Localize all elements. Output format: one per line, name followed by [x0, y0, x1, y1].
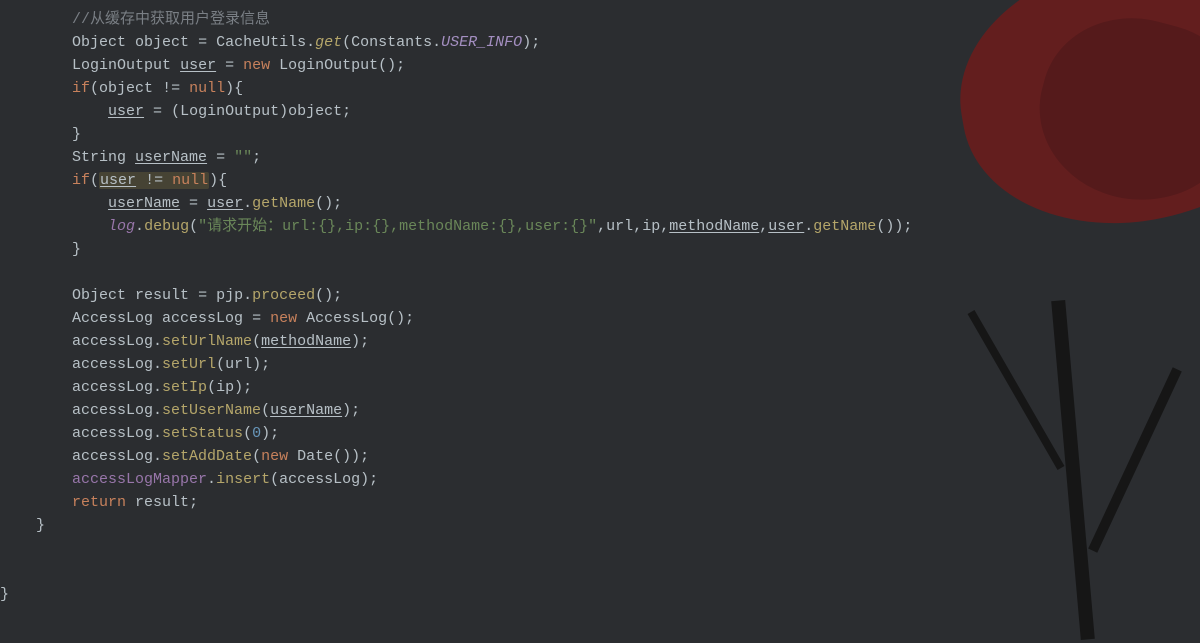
var: accessLog — [162, 310, 243, 327]
method: setUrlName — [162, 333, 252, 350]
code-line: accessLog.setUrlName(methodName); — [0, 333, 369, 350]
var: accessLog — [72, 333, 153, 350]
cast: (LoginOutput) — [171, 103, 288, 120]
var: methodName — [261, 333, 351, 350]
var: userName — [270, 402, 342, 419]
code-line: userName = user.getName(); — [0, 195, 342, 212]
var: userName — [108, 195, 180, 212]
code-line: accessLogMapper.insert(accessLog); — [0, 471, 378, 488]
var: user — [207, 195, 243, 212]
code-line: user = (LoginOutput)object; — [0, 103, 351, 120]
var: object — [135, 34, 189, 51]
code-line: //从缓存中获取用户登录信息 — [0, 11, 270, 28]
method: setAddDate — [162, 448, 252, 465]
code-line: return result; — [0, 494, 198, 511]
keyword: null — [172, 172, 208, 189]
code-line — [0, 540, 9, 557]
method: getName — [813, 218, 876, 235]
type: Object — [72, 287, 126, 304]
code-line: accessLog.setIp(ip); — [0, 379, 252, 396]
var: url — [225, 356, 252, 373]
code-line: accessLog.setStatus(0); — [0, 425, 279, 442]
var: ip — [216, 379, 234, 396]
method: debug — [144, 218, 189, 235]
method: insert — [216, 471, 270, 488]
code-line: String userName = ""; — [0, 149, 261, 166]
code-editor[interactable]: //从缓存中获取用户登录信息 Object object = CacheUtil… — [0, 0, 1200, 606]
var: user — [180, 57, 216, 74]
type: AccessLog — [306, 310, 387, 327]
code-line: accessLog.setUrl(url); — [0, 356, 270, 373]
var: result — [135, 494, 189, 511]
code-line: log.debug("请求开始：url:{},ip:{},methodName:… — [0, 218, 912, 235]
var: methodName — [669, 218, 759, 235]
type: Object — [72, 34, 126, 51]
method: get — [315, 34, 342, 51]
highlight: user != null — [99, 172, 209, 189]
keyword: if — [72, 80, 90, 97]
code-line: LoginOutput user = new LoginOutput(); — [0, 57, 405, 74]
var: object — [99, 80, 153, 97]
string: "" — [234, 149, 252, 166]
keyword: if — [72, 172, 90, 189]
var: pjp — [216, 287, 243, 304]
code-line: accessLog.setAddDate(new Date()); — [0, 448, 369, 465]
type: LoginOutput — [72, 57, 171, 74]
var: accessLog — [72, 425, 153, 442]
type: LoginOutput — [279, 57, 378, 74]
type: Date — [297, 448, 333, 465]
code-line: if(object != null){ — [0, 80, 243, 97]
var: accessLog — [72, 402, 153, 419]
code-line: if(user != null){ — [0, 172, 227, 189]
method: proceed — [252, 287, 315, 304]
var: accessLog — [279, 471, 360, 488]
method: getName — [252, 195, 315, 212]
field: accessLogMapper — [72, 471, 207, 488]
method: setStatus — [162, 425, 243, 442]
var: accessLog — [72, 379, 153, 396]
constant: USER_INFO — [441, 34, 522, 51]
class: CacheUtils — [216, 34, 306, 51]
var: ip — [642, 218, 660, 235]
code-line — [0, 264, 9, 281]
code-line: } — [0, 586, 9, 603]
comment: //从缓存中获取用户登录信息 — [72, 11, 270, 28]
var: userName — [135, 149, 207, 166]
var: accessLog — [72, 356, 153, 373]
method: setIp — [162, 379, 207, 396]
keyword: null — [189, 80, 225, 97]
var: object — [288, 103, 342, 120]
field: log — [108, 218, 135, 235]
number: 0 — [252, 425, 261, 442]
var: user — [108, 103, 144, 120]
var: user — [100, 172, 136, 189]
var: user — [768, 218, 804, 235]
type: String — [72, 149, 126, 166]
type: AccessLog — [72, 310, 153, 327]
var: accessLog — [72, 448, 153, 465]
keyword: new — [243, 57, 270, 74]
method: setUrl — [162, 356, 216, 373]
code-line — [0, 563, 9, 580]
code-line: } — [0, 517, 45, 534]
keyword: new — [261, 448, 288, 465]
code-line: Object object = CacheUtils.get(Constants… — [0, 34, 540, 51]
code-line: AccessLog accessLog = new AccessLog(); — [0, 310, 414, 327]
code-line: accessLog.setUserName(userName); — [0, 402, 360, 419]
method: setUserName — [162, 402, 261, 419]
var: result — [135, 287, 189, 304]
keyword: return — [72, 494, 126, 511]
code-line: } — [0, 126, 81, 143]
var: url — [606, 218, 633, 235]
code-line: } — [0, 241, 81, 258]
code-line: Object result = pjp.proceed(); — [0, 287, 342, 304]
string: "请求开始：url:{},ip:{},methodName:{},user:{}… — [198, 218, 597, 235]
keyword: new — [270, 310, 297, 327]
class: Constants — [351, 34, 432, 51]
